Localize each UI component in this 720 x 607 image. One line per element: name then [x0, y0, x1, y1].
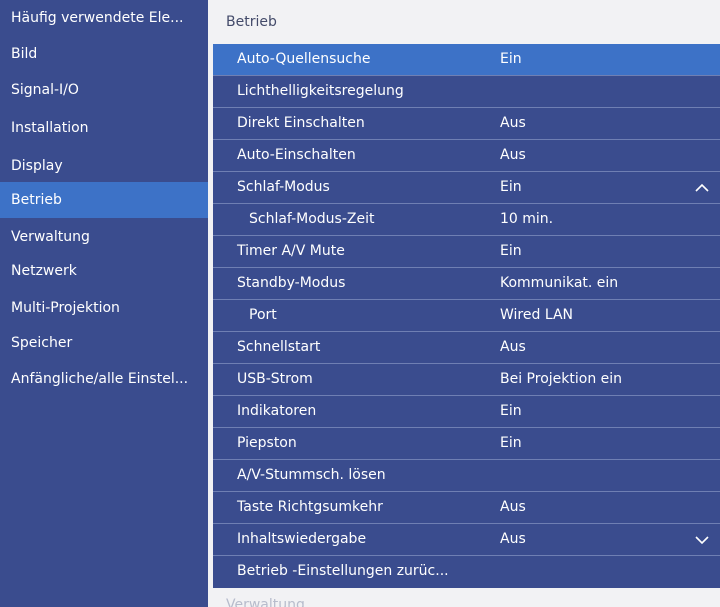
projector-menu-screen: Häufig verwendete Ele... Bild Signal-I/O… — [0, 0, 720, 607]
setting-label: Schlaf-Modus-Zeit — [249, 211, 375, 227]
setting-label: Piepston — [237, 435, 297, 451]
setting-row-auto-quellensuche[interactable]: Auto-Quellensuche Ein — [213, 44, 720, 76]
setting-label: A/V-Stummsch. lösen — [237, 467, 386, 483]
sidebar-item-betrieb[interactable]: Betrieb — [0, 182, 208, 218]
setting-value: Ein — [500, 435, 522, 451]
setting-value: Aus — [500, 339, 526, 355]
setting-value: Aus — [500, 499, 526, 515]
sidebar-item-signal-io[interactable]: Signal-I/O — [0, 72, 208, 108]
setting-label: Taste Richtgsumkehr — [237, 499, 383, 515]
setting-row-schnellstart[interactable]: Schnellstart Aus — [213, 332, 720, 364]
settings-panel: Betrieb Auto-Quellensuche Ein Lichthelli… — [208, 0, 720, 607]
setting-row-schlaf-modus[interactable]: Schlaf-Modus Ein — [213, 172, 720, 204]
setting-row-av-stummsch-loesen[interactable]: A/V-Stummsch. lösen — [213, 460, 720, 492]
setting-label: Inhaltswiedergabe — [237, 531, 367, 547]
setting-row-port[interactable]: Port Wired LAN — [213, 300, 720, 332]
chevron-up-icon[interactable] — [694, 180, 710, 196]
settings-list: Auto-Quellensuche Ein Lichthelligkeitsre… — [213, 44, 720, 588]
setting-row-standby-modus[interactable]: Standby-Modus Kommunikat. ein — [213, 268, 720, 300]
setting-row-schlaf-modus-zeit[interactable]: Schlaf-Modus-Zeit 10 min. — [213, 204, 720, 236]
sidebar-item-multi-projektion[interactable]: Multi-Projektion — [0, 290, 208, 326]
setting-row-indikatoren[interactable]: Indikatoren Ein — [213, 396, 720, 428]
sidebar-item-speicher[interactable]: Speicher — [0, 325, 208, 361]
sidebar-item-netzwerk[interactable]: Netzwerk — [0, 253, 208, 289]
sidebar-item-verwaltung[interactable]: Verwaltung — [0, 219, 208, 255]
setting-value: Aus — [500, 115, 526, 131]
setting-label: Indikatoren — [237, 403, 317, 419]
setting-label: Auto-Quellensuche — [237, 51, 371, 67]
setting-row-lichthelligkeitsregelung[interactable]: Lichthelligkeitsregelung — [213, 76, 720, 108]
chevron-down-icon[interactable] — [694, 532, 710, 548]
setting-label: Schnellstart — [237, 339, 321, 355]
setting-row-betrieb-einstellungen-zuruecksetzen[interactable]: Betrieb -Einstellungen zurüc... — [213, 556, 720, 588]
next-section-title: Verwaltung — [226, 597, 305, 607]
setting-value: Ein — [500, 179, 522, 195]
sidebar-item-haeufig-verwendete[interactable]: Häufig verwendete Ele... — [0, 0, 208, 36]
setting-label: Port — [249, 307, 277, 323]
sidebar-item-bild[interactable]: Bild — [0, 36, 208, 72]
setting-row-auto-einschalten[interactable]: Auto-Einschalten Aus — [213, 140, 720, 172]
setting-value: Bei Projektion ein — [500, 371, 623, 387]
setting-value: Ein — [500, 51, 522, 67]
setting-label: USB-Strom — [237, 371, 313, 387]
sidebar-item-anfaengliche-alle-einstellungen[interactable]: Anfängliche/alle Einstel... — [0, 361, 208, 397]
setting-label: Betrieb -Einstellungen zurüc... — [237, 563, 449, 579]
setting-label: Direkt Einschalten — [237, 115, 365, 131]
sidebar-item-installation[interactable]: Installation — [0, 110, 208, 146]
setting-row-direkt-einschalten[interactable]: Direkt Einschalten Aus — [213, 108, 720, 140]
setting-label: Timer A/V Mute — [237, 243, 345, 259]
setting-value: Wired LAN — [500, 307, 573, 323]
setting-label: Lichthelligkeitsregelung — [237, 83, 404, 99]
setting-label: Schlaf-Modus — [237, 179, 330, 195]
setting-value: Ein — [500, 403, 522, 419]
setting-value: Aus — [500, 531, 526, 547]
setting-label: Standby-Modus — [237, 275, 346, 291]
setting-row-timer-av-mute[interactable]: Timer A/V Mute Ein — [213, 236, 720, 268]
sidebar-item-display[interactable]: Display — [0, 148, 208, 184]
setting-value: Aus — [500, 147, 526, 163]
setting-row-inhaltswiedergabe[interactable]: Inhaltswiedergabe Aus — [213, 524, 720, 556]
setting-value: 10 min. — [500, 211, 554, 227]
setting-value: Kommunikat. ein — [500, 275, 619, 291]
setting-row-taste-richtgsumkehr[interactable]: Taste Richtgsumkehr Aus — [213, 492, 720, 524]
setting-row-usb-strom[interactable]: USB-Strom Bei Projektion ein — [213, 364, 720, 396]
setting-row-piepston[interactable]: Piepston Ein — [213, 428, 720, 460]
section-title: Betrieb — [226, 14, 277, 30]
setting-value: Ein — [500, 243, 522, 259]
setting-label: Auto-Einschalten — [237, 147, 356, 163]
menu-sidebar: Häufig verwendete Ele... Bild Signal-I/O… — [0, 0, 208, 607]
